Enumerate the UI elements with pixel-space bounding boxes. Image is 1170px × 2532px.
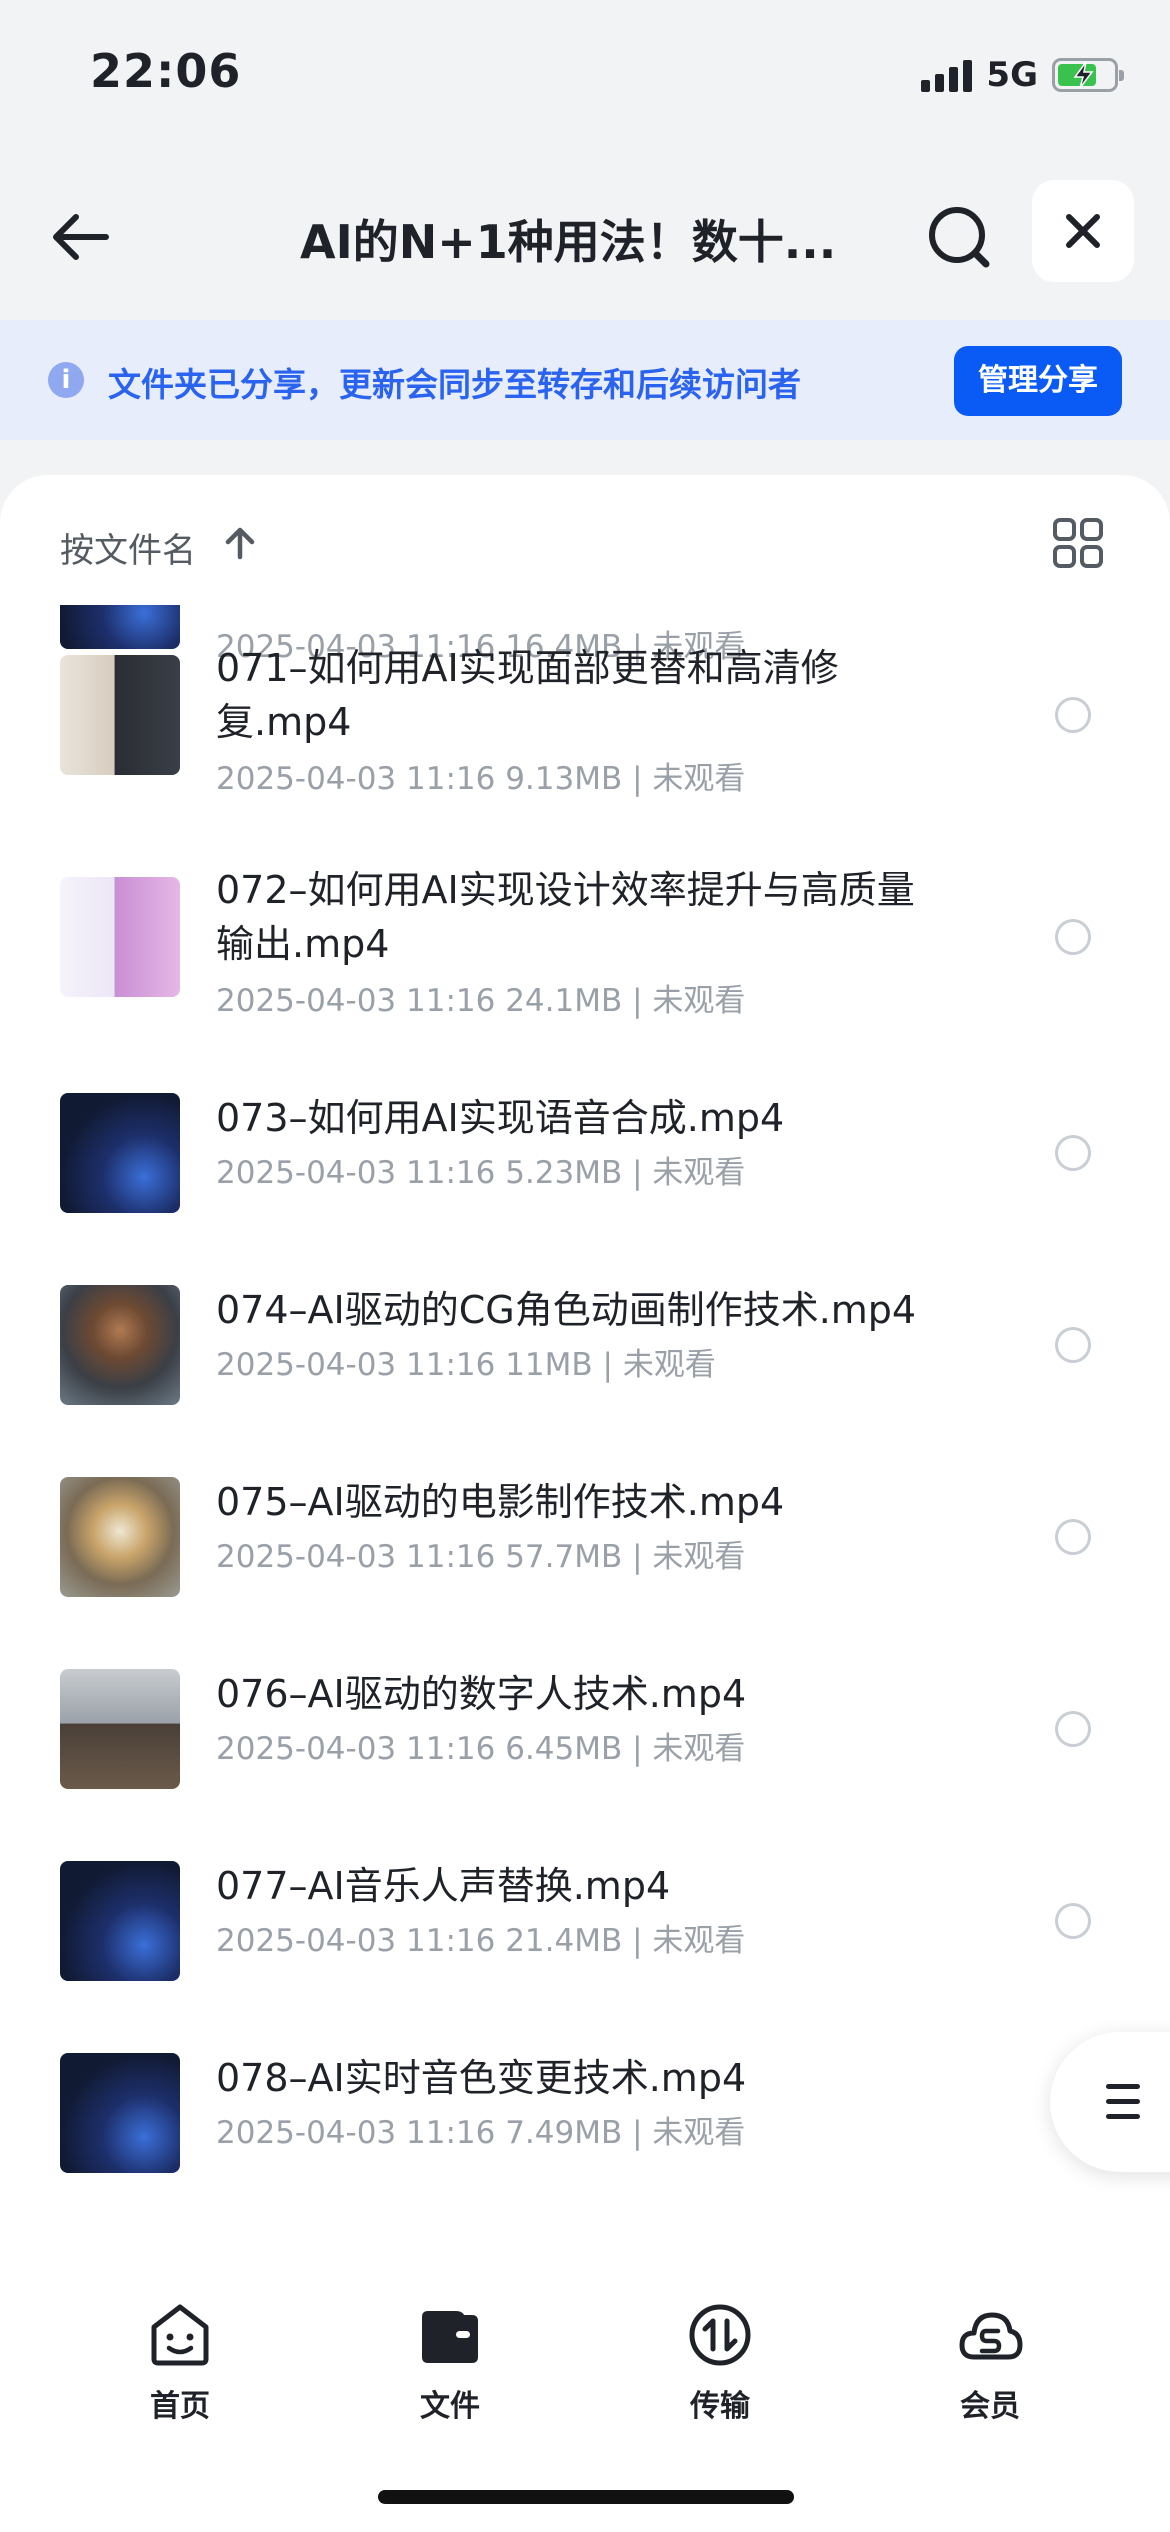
- battery-icon: [1052, 58, 1124, 92]
- file-name: 078–AI实时音色变更技术.mp4: [216, 2056, 747, 2100]
- file-name: 073–如何用AI实现语音合成.mp4: [216, 1096, 785, 1140]
- video-thumbnail: [60, 1669, 180, 1789]
- file-meta: 2025-04-03 11:16 24.1MB | 未观看: [216, 983, 746, 1019]
- tab-transfer[interactable]: 传输: [620, 2291, 820, 2431]
- tab-vip[interactable]: 会员: [890, 2291, 1090, 2431]
- status-bar: 22:06 5G: [0, 0, 1170, 150]
- select-radio[interactable]: [1055, 697, 1091, 733]
- file-meta: 2025-04-03 11:16 9.13MB | 未观看: [216, 761, 746, 797]
- file-row[interactable]: 074–AI驱动的CG角色动画制作技术.mp4 2025-04-03 11:16 …: [0, 1241, 1170, 1431]
- home-indicator: [378, 2490, 794, 2504]
- grid-view-icon[interactable]: [1052, 517, 1104, 569]
- select-radio[interactable]: [1055, 1711, 1091, 1747]
- sort-by-name-button[interactable]: 按文件名: [60, 523, 196, 572]
- file-list: 2025-04-03 11:16 16.4MB | 未观看 071–如何用AI实现…: [0, 605, 1170, 2275]
- menu-icon: [1106, 2084, 1140, 2129]
- file-name: 075–AI驱动的电影制作技术.mp4: [216, 1480, 785, 1524]
- folder-icon: [422, 2311, 478, 2363]
- tab-home-label: 首页: [150, 2389, 210, 2424]
- tab-files-label: 文件: [420, 2389, 480, 2424]
- page-title: AI的N+1种用法！数十...: [300, 215, 837, 269]
- close-button[interactable]: [1032, 180, 1134, 282]
- file-name: 071–如何用AI实现面部更替和高清修复.mp4: [216, 646, 839, 744]
- manage-share-button[interactable]: 管理分享: [954, 346, 1122, 416]
- tab-files[interactable]: 文件: [350, 2291, 550, 2431]
- nav-bar: AI的N+1种用法！数十...: [0, 150, 1170, 320]
- select-radio[interactable]: [1055, 1903, 1091, 1939]
- file-meta: 2025-04-03 11:16 57.7MB | 未观看: [216, 1539, 746, 1575]
- file-name: 072–如何用AI实现设计效率提升与高质量输出.mp4: [216, 868, 915, 966]
- file-name: 074–AI驱动的CG角色动画制作技术.mp4: [216, 1288, 917, 1332]
- file-row[interactable]: 078–AI实时音色变更技术.mp4 2025-04-03 11:16 7.49M…: [0, 2009, 1170, 2199]
- video-thumbnail: [60, 1093, 180, 1213]
- sort-ascending-icon[interactable]: [222, 525, 258, 561]
- vip-cloud-icon: [959, 2312, 1023, 2360]
- select-radio[interactable]: [1055, 1519, 1091, 1555]
- close-icon: [1066, 214, 1100, 248]
- transfer-icon: [689, 2304, 751, 2366]
- select-radio[interactable]: [1055, 1327, 1091, 1363]
- home-face-icon: [151, 2304, 209, 2366]
- sort-row: 按文件名: [0, 475, 1170, 605]
- status-indicators: 5G: [921, 52, 1124, 98]
- file-meta: 2025-04-03 11:16 21.4MB | 未观看: [216, 1923, 746, 1959]
- video-thumbnail: [60, 2053, 180, 2173]
- file-name: 077–AI音乐人声替换.mp4: [216, 1864, 671, 1908]
- file-row[interactable]: 072–如何用AI实现设计效率提升与高质量输出.mp4 2025-04-03 11…: [0, 827, 1170, 1019]
- select-radio[interactable]: [1055, 919, 1091, 955]
- file-meta: 2025-04-03 11:16 11MB | 未观看: [216, 1347, 716, 1383]
- tab-vip-label: 会员: [960, 2389, 1020, 2424]
- file-meta: 2025-04-03 11:16 7.49MB | 未观看: [216, 2115, 746, 2151]
- video-thumbnail: [60, 1285, 180, 1405]
- share-notice-banner: i 文件夹已分享，更新会同步至转存和后续访问者 管理分享: [0, 320, 1170, 440]
- file-row[interactable]: 071–如何用AI实现面部更替和高清修复.mp4 2025-04-03 11:16…: [0, 605, 1170, 797]
- search-button[interactable]: [920, 198, 1000, 278]
- video-thumbnail: [60, 877, 180, 997]
- share-notice-text: 文件夹已分享，更新会同步至转存和后续访问者: [108, 365, 801, 404]
- network-type: 5G: [986, 55, 1038, 95]
- file-name: 076–AI驱动的数字人技术.mp4: [216, 1672, 747, 1716]
- tab-home[interactable]: 首页: [80, 2291, 280, 2431]
- search-icon: [929, 207, 990, 268]
- video-thumbnail: [60, 1477, 180, 1597]
- file-meta: 2025-04-03 11:16 6.45MB | 未观看: [216, 1731, 746, 1767]
- file-meta: 2025-04-03 11:16 5.23MB | 未观看: [216, 1155, 746, 1191]
- status-time: 22:06: [90, 44, 242, 98]
- signal-icon: [921, 58, 973, 92]
- file-row[interactable]: 073–如何用AI实现语音合成.mp4 2025-04-03 11:16 5.23…: [0, 1049, 1170, 1239]
- file-row[interactable]: 077–AI音乐人声替换.mp4 2025-04-03 11:16 21.4MB …: [0, 1817, 1170, 2007]
- file-row[interactable]: 075–AI驱动的电影制作技术.mp4 2025-04-03 11:16 57.7…: [0, 1433, 1170, 1623]
- back-arrow-icon: [53, 214, 109, 260]
- tab-transfer-label: 传输: [690, 2389, 750, 2424]
- file-panel: 按文件名 2025-04-03 11:16 16.4MB | 未观看 071–如何…: [0, 475, 1170, 2275]
- select-radio[interactable]: [1055, 1135, 1091, 1171]
- video-thumbnail: [60, 1861, 180, 1981]
- back-button[interactable]: [46, 202, 116, 272]
- info-icon: i: [48, 362, 84, 398]
- video-thumbnail: [60, 655, 180, 775]
- file-row[interactable]: 076–AI驱动的数字人技术.mp4 2025-04-03 11:16 6.45M…: [0, 1625, 1170, 1815]
